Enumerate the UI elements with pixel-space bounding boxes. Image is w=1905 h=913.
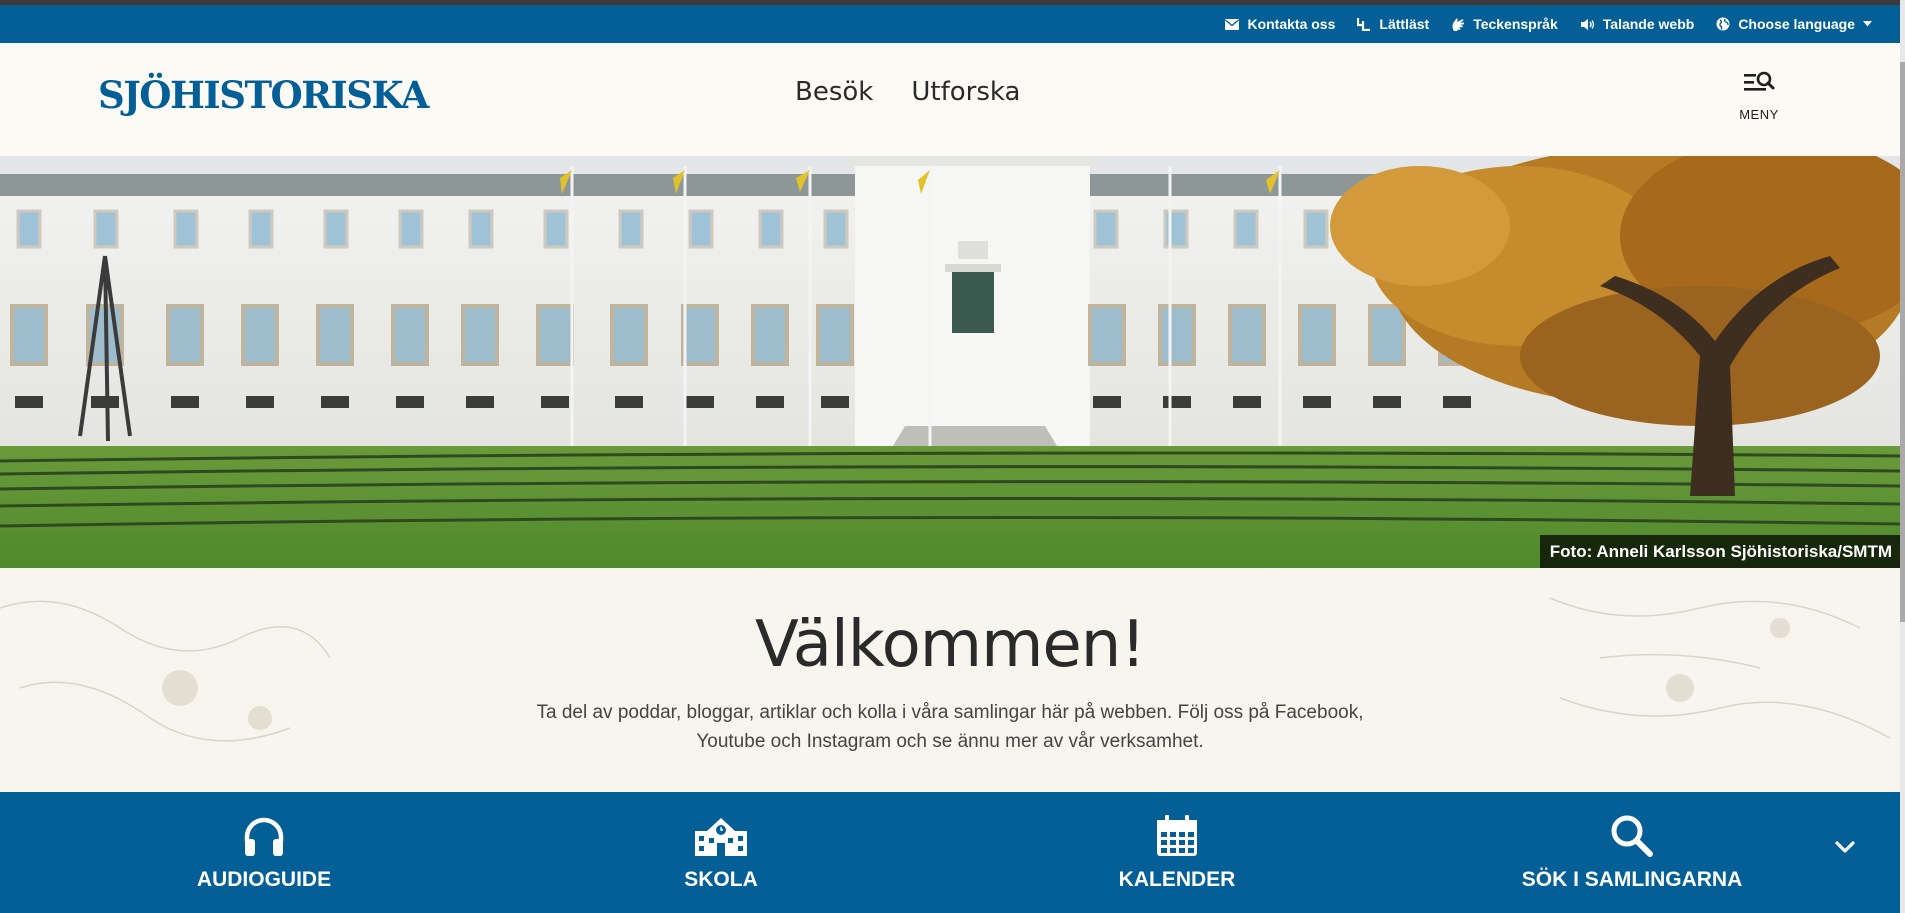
calendar-icon (1156, 814, 1198, 858)
quick-link-sok-i-samlingarna[interactable]: SÖK I SAMLINGARNA (1482, 792, 1782, 913)
page-scrollbar[interactable] (1900, 0, 1905, 913)
quick-link-label: KALENDER (1118, 868, 1236, 891)
language-label: Choose language (1738, 16, 1855, 32)
scrollbar-thumb[interactable] (1900, 62, 1905, 622)
sign-language-icon (1451, 17, 1465, 32)
talking-web-label: Talande webb (1602, 16, 1695, 32)
utility-links: Kontakta oss Lättläst Teckenspråk Taland… (1225, 5, 1872, 43)
site-header: SJÖHISTORISKA Besök Utforska MENY (0, 43, 1900, 156)
talking-web-link[interactable]: Talande webb (1580, 16, 1695, 32)
easy-read-link[interactable]: Lättläst (1357, 16, 1429, 32)
language-selector[interactable]: Choose language (1716, 16, 1872, 32)
sign-language-link[interactable]: Teckenspråk (1451, 16, 1558, 32)
sign-language-label: Teckenspråk (1473, 16, 1558, 32)
photo-credit: Foto: Anneli Karlsson Sjöhistoriska/SMTM (1539, 535, 1900, 568)
quick-links-bar: AUDIOGUIDE SKOLA KALENDER SÖK I SAMLINGA… (0, 792, 1900, 913)
contact-label: Kontakta oss (1247, 16, 1336, 32)
museum-building-photo (0, 156, 1900, 568)
menu-search-icon (1743, 71, 1775, 99)
nav-link-utforska[interactable]: Utforska (911, 77, 1020, 107)
chevron-down-icon (1863, 21, 1872, 27)
easy-read-icon (1357, 17, 1371, 31)
headphones-icon (242, 814, 286, 858)
quick-link-label: SÖK I SAMLINGARNA (1521, 868, 1743, 891)
menu-button[interactable]: MENY (1728, 71, 1790, 127)
welcome-text: Ta del av poddar, bloggar, artiklar och … (536, 702, 1364, 752)
search-icon (1610, 814, 1654, 858)
welcome-title: Välkommen! (754, 608, 1146, 682)
welcome-section: Välkommen! Ta del av poddar, bloggar, ar… (0, 568, 1900, 792)
site-logo[interactable]: SJÖHISTORISKA (98, 73, 429, 117)
speaker-icon (1580, 18, 1595, 31)
globe-icon (1716, 17, 1730, 31)
quick-link-audioguide[interactable]: AUDIOGUIDE (114, 792, 414, 913)
quick-link-label: AUDIOGUIDE (196, 868, 332, 891)
main-nav: Besök Utforska (795, 77, 1020, 107)
quick-link-label: SKOLA (684, 868, 758, 891)
mail-icon (1225, 18, 1240, 30)
easy-read-label: Lättläst (1379, 16, 1430, 32)
chevron-down-icon (1830, 841, 1860, 866)
quick-link-kalender[interactable]: KALENDER (1027, 792, 1327, 913)
quick-links-collapse-button[interactable] (1830, 832, 1860, 862)
contact-link[interactable]: Kontakta oss (1225, 16, 1335, 32)
quick-link-skola[interactable]: SKOLA (571, 792, 871, 913)
hero-image: Foto: Anneli Karlsson Sjöhistoriska/SMTM (0, 156, 1900, 568)
utility-bar: Kontakta oss Lättläst Teckenspråk Taland… (0, 5, 1900, 43)
nav-link-besok[interactable]: Besök (795, 77, 873, 107)
menu-label: MENY (1739, 107, 1779, 122)
school-icon (695, 814, 747, 858)
